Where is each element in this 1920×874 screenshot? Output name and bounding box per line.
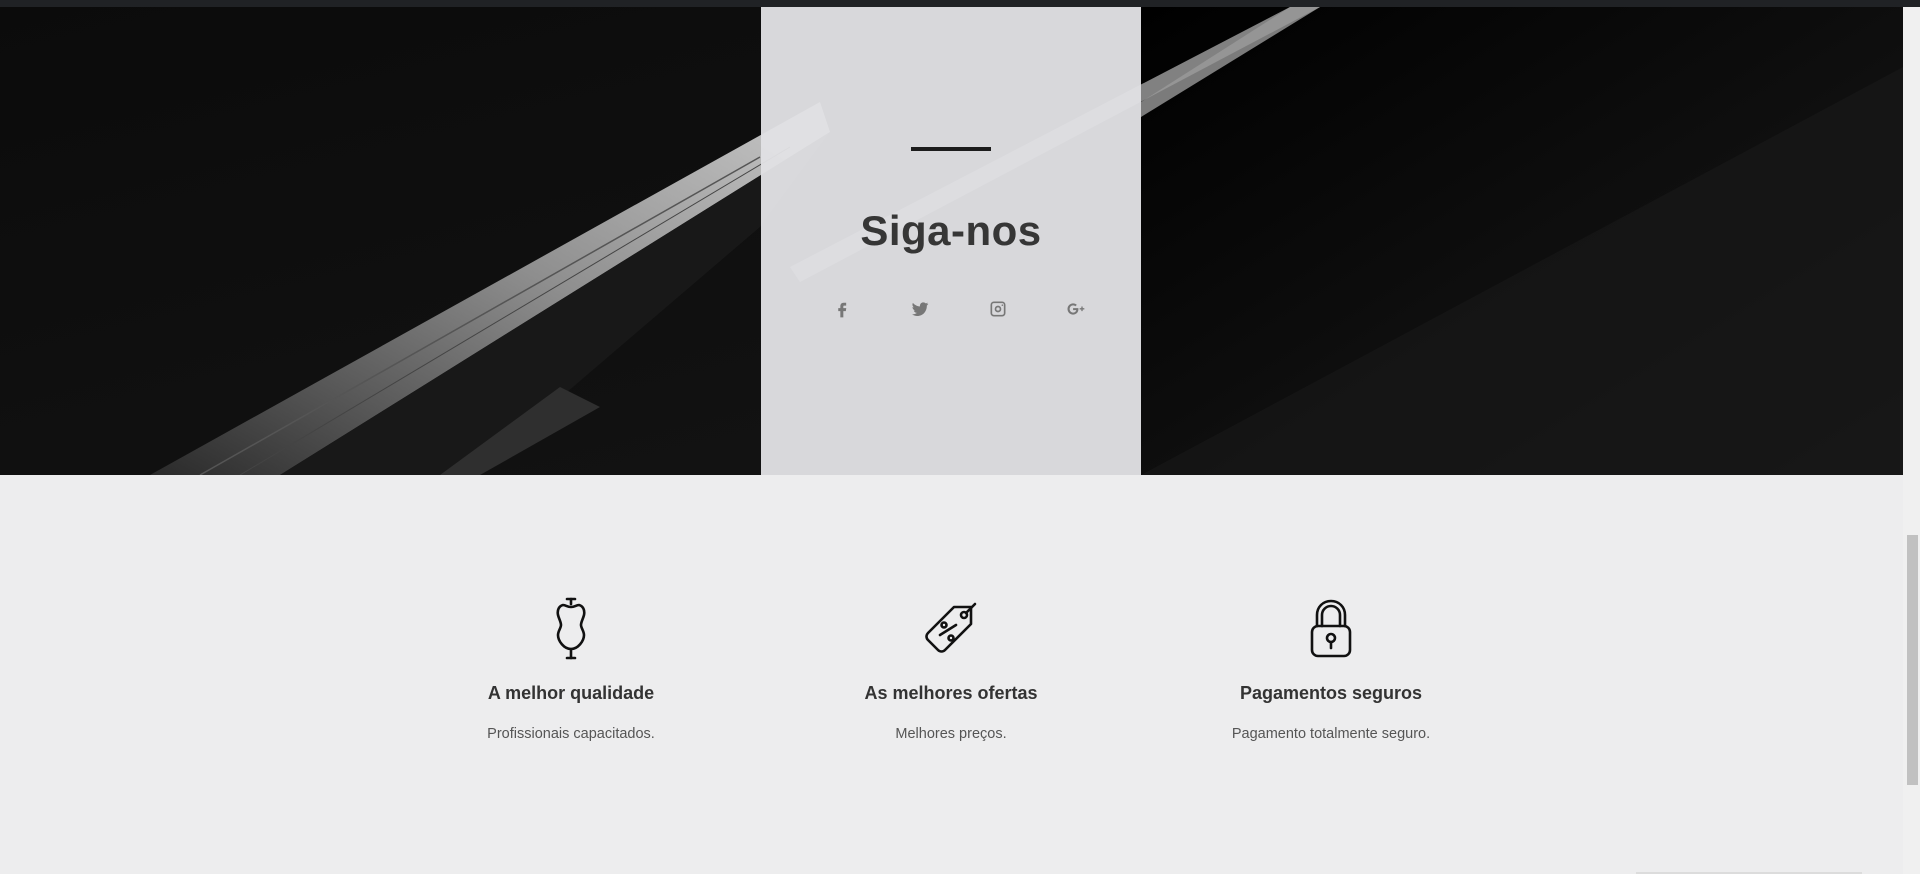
- follow-us-section: Siga-nos: [0, 7, 1903, 475]
- dress-form-icon: [556, 597, 586, 660]
- feature-secure-payments: Pagamentos seguros Pagamento totalmente …: [1181, 595, 1481, 742]
- discount-tag-icon: [925, 602, 977, 653]
- google-plus-icon[interactable]: [1065, 298, 1087, 320]
- feature-offers: As melhores ofertas Melhores preços.: [801, 595, 1101, 742]
- feature-description: Melhores preços.: [895, 726, 1007, 742]
- padlock-icon: [1310, 599, 1352, 658]
- feature-description: Profissionais capacitados.: [487, 726, 655, 742]
- features-section: A melhor qualidade Profissionais capacit…: [0, 475, 1903, 874]
- page-viewport: Siga-nos A melhor qualidade Profissionai…: [0, 0, 1920, 874]
- follow-us-card: Siga-nos: [761, 7, 1141, 475]
- vertical-scrollbar[interactable]: [1903, 7, 1920, 874]
- follow-us-title: Siga-nos: [860, 207, 1042, 254]
- feature-description: Pagamento totalmente seguro.: [1231, 726, 1431, 742]
- feature-title: As melhores ofertas: [864, 683, 1038, 703]
- title-accent-line: [911, 147, 991, 151]
- feature-title: Pagamentos seguros: [1239, 683, 1423, 703]
- feature-quality: A melhor qualidade Profissionais capacit…: [421, 595, 721, 742]
- top-strip: [0, 0, 1920, 7]
- instagram-icon[interactable]: [987, 298, 1009, 320]
- feature-title: A melhor qualidade: [487, 683, 655, 703]
- social-links: [831, 295, 1087, 323]
- facebook-icon[interactable]: [831, 298, 853, 320]
- scrollbar-thumb[interactable]: [1907, 535, 1918, 785]
- twitter-icon[interactable]: [909, 298, 931, 320]
